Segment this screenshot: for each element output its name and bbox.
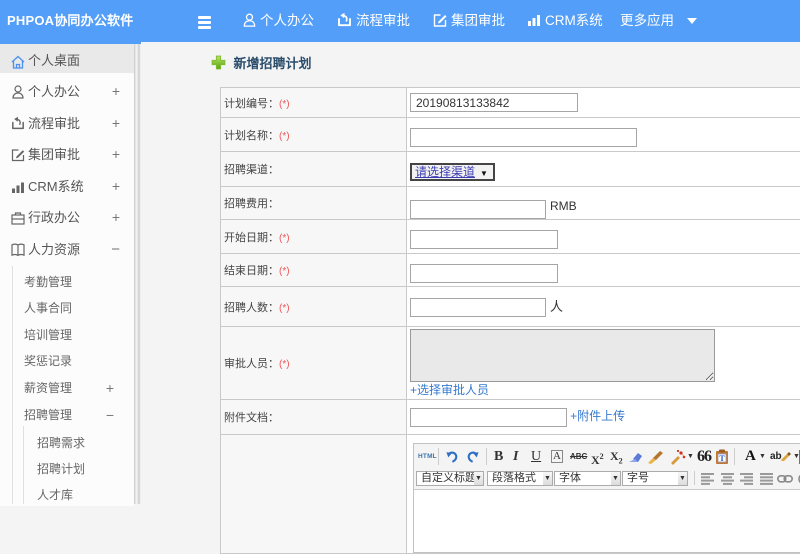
svg-text:T: T — [719, 454, 725, 463]
